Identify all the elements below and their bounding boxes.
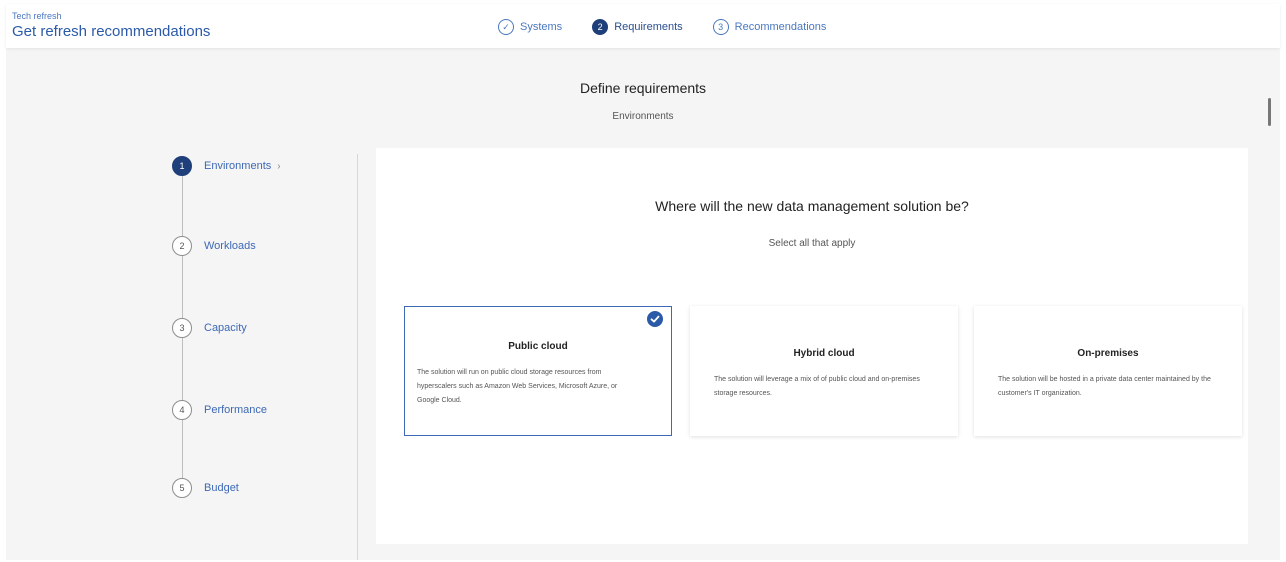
step-number-badge: 2 <box>592 19 609 35</box>
header-bar: Tech refresh Get refresh recommendations… <box>6 4 1280 48</box>
wizard-steps: ✓ Systems 2 Requirements 3 Recommendatio… <box>498 17 856 37</box>
step-requirements[interactable]: 2 Requirements <box>592 19 683 35</box>
card-description: The solution will be hosted in a private… <box>998 376 1211 397</box>
section-heading: Define requirements <box>579 80 707 96</box>
scrollbar-thumb[interactable] <box>1268 98 1271 126</box>
step-recommendations[interactable]: 3 Recommendations <box>712 19 827 35</box>
step-number-badge: 4 <box>172 400 192 420</box>
sidebar-item-label: Budget <box>204 482 239 494</box>
sidebar-item-label: Environments <box>204 160 272 172</box>
step-number-badge: 3 <box>712 19 729 35</box>
sidebar-item-label: Capacity <box>204 322 247 334</box>
card-description: The solution will leverage a mix of of p… <box>714 376 920 397</box>
sidebar-item-label: Performance <box>204 404 267 416</box>
sidebar-item-budget[interactable]: 5 Budget <box>172 478 239 498</box>
sidebar-item-capacity[interactable]: 3 Capacity <box>172 318 247 338</box>
stepper-connector <box>182 176 183 238</box>
breadcrumb[interactable]: Tech refresh <box>12 11 62 21</box>
selection-hint: Select all that apply <box>768 238 856 249</box>
sidebar-item-environments[interactable]: 1 Environments › <box>172 156 281 176</box>
card-title: Hybrid cloud <box>793 348 855 359</box>
app-frame: Tech refresh Get refresh recommendations… <box>6 4 1280 560</box>
checkmark-badge-icon <box>647 311 663 327</box>
section-subheading: Environments <box>612 111 674 122</box>
stepper-connector <box>182 338 183 404</box>
page-title: Get refresh recommendations <box>12 23 211 40</box>
check-circle-icon: ✓ <box>498 19 514 35</box>
step-number-badge: 1 <box>172 156 192 176</box>
option-card-hybrid-cloud[interactable]: Hybrid cloud The solution will leverage … <box>690 306 958 436</box>
option-card-public-cloud[interactable]: Public cloud The solution will run on pu… <box>404 306 672 436</box>
sidebar-item-performance[interactable]: 4 Performance <box>172 400 267 420</box>
question-heading: Where will the new data management solut… <box>655 198 969 214</box>
step-number-badge: 2 <box>172 236 192 256</box>
step-number-badge: 3 <box>172 318 192 338</box>
stepper-connector <box>182 420 183 482</box>
step-label: Requirements <box>614 21 683 33</box>
sidebar-item-label: Workloads <box>204 240 256 252</box>
card-title: Public cloud <box>508 341 568 352</box>
step-number-badge: 5 <box>172 478 192 498</box>
card-description: The solution will run on public cloud st… <box>417 369 618 404</box>
step-label: Recommendations <box>734 21 827 33</box>
step-label: Systems <box>520 21 563 33</box>
sidebar-divider <box>357 154 358 560</box>
option-card-on-premises[interactable]: On-premises The solution will be hosted … <box>974 306 1242 436</box>
requirements-panel: Where will the new data management solut… <box>376 148 1248 544</box>
stepper-connector <box>182 256 183 320</box>
step-systems[interactable]: ✓ Systems <box>498 19 562 35</box>
card-title: On-premises <box>1077 348 1139 359</box>
chevron-right-icon: › <box>277 160 281 172</box>
sidebar-item-workloads[interactable]: 2 Workloads <box>172 236 256 256</box>
